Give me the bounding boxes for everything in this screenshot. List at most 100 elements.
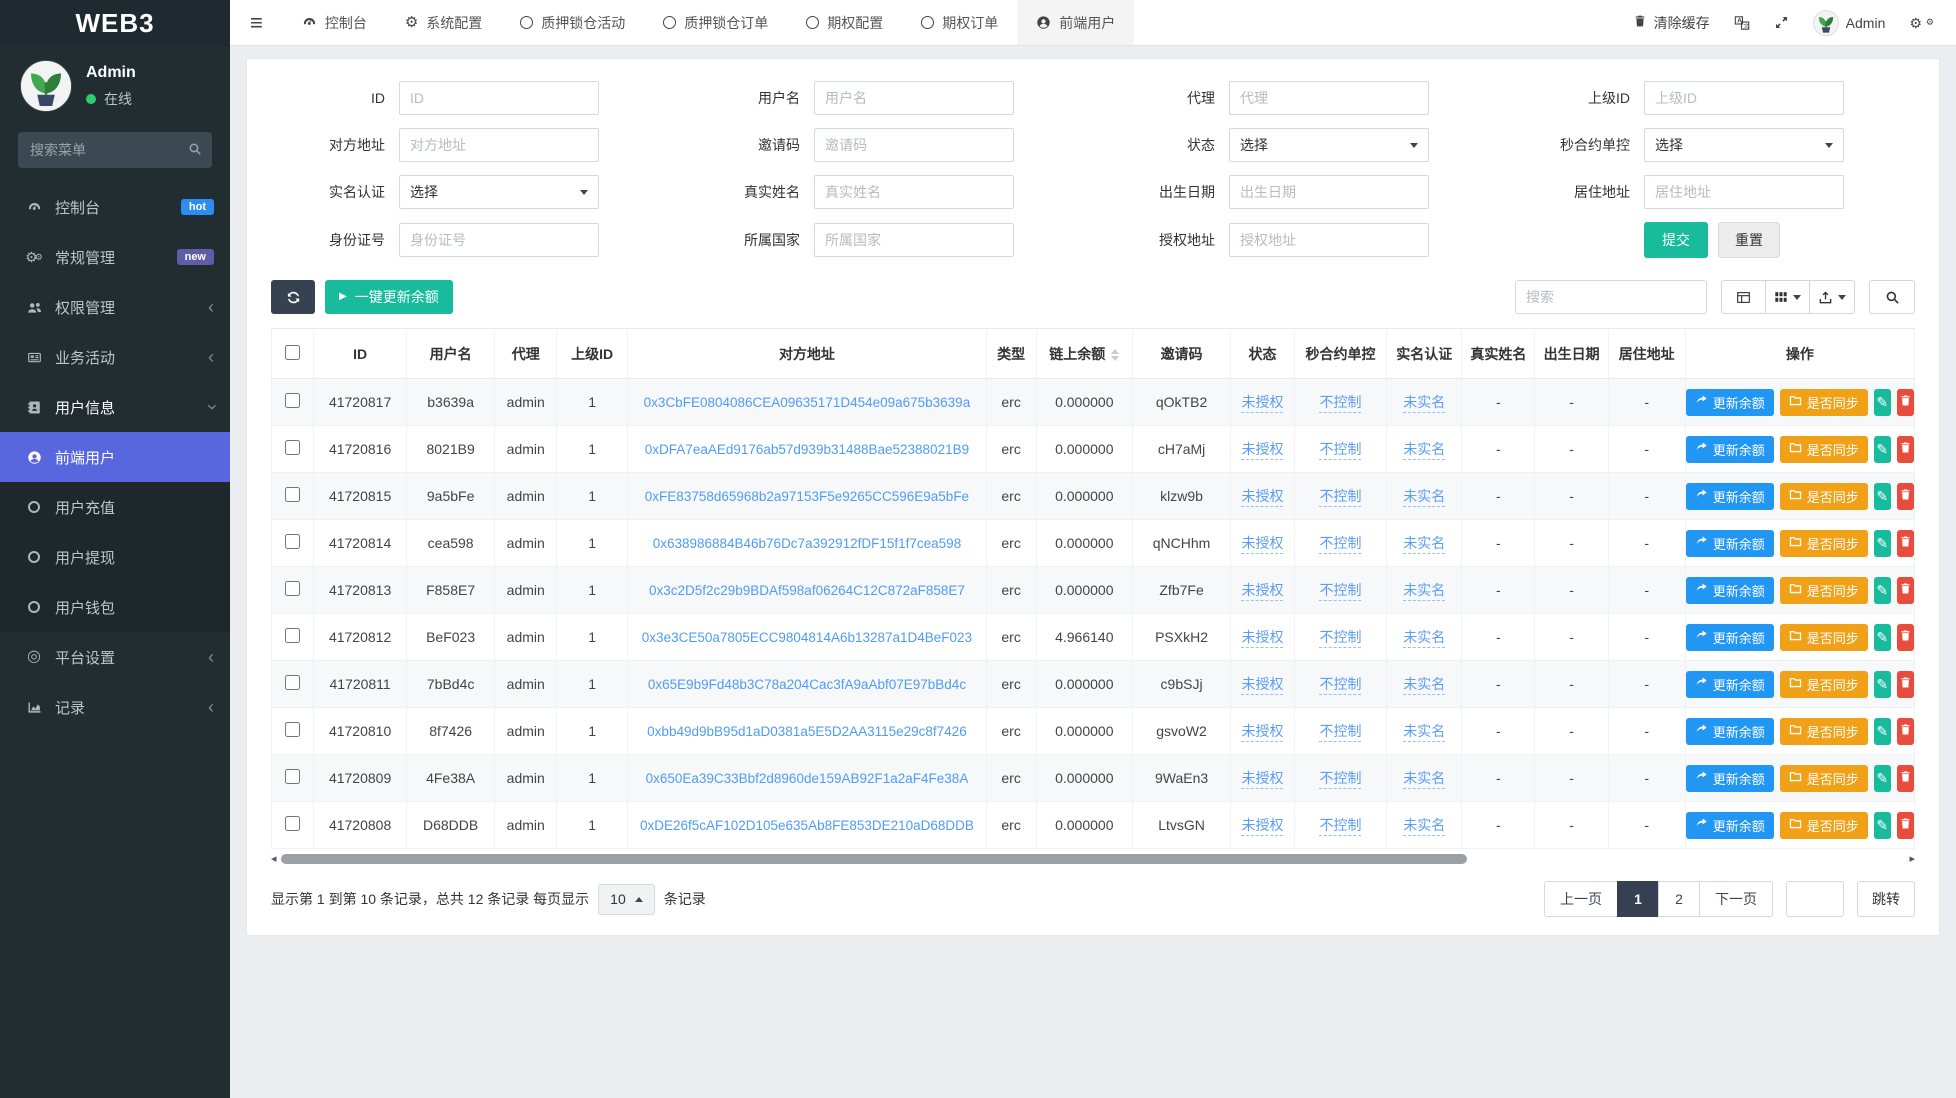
sync-button[interactable]: 是否同步 (1780, 765, 1868, 792)
agent-input[interactable] (1229, 81, 1429, 115)
delete-button[interactable] (1897, 718, 1914, 745)
edit-button[interactable]: ✎ (1874, 530, 1891, 557)
kyc-link[interactable]: 未实名 (1403, 535, 1445, 554)
address-link[interactable]: 0x638986884B46b76Dc7a392912fDF15f1f7cea5… (653, 536, 962, 551)
address-link[interactable]: 0x65E9b9Fd48b3C78a204Cac3fA9aAbf07E97bBd… (648, 677, 966, 692)
control-link[interactable]: 不控制 (1319, 676, 1361, 695)
sync-button[interactable]: 是否同步 (1780, 436, 1868, 463)
kyc-link[interactable]: 未实名 (1403, 770, 1445, 789)
parent-id-input[interactable] (1644, 81, 1844, 115)
sync-button[interactable]: 是否同步 (1780, 389, 1868, 416)
update-all-balances-button[interactable]: ▶ 一键更新余额 (325, 280, 453, 314)
reset-button[interactable]: 重置 (1718, 222, 1780, 258)
tab-options-orders[interactable]: 期权订单 (902, 0, 1017, 45)
update-balance-button[interactable]: 更新余额 (1686, 812, 1774, 839)
address-link[interactable]: 0x650Ea39C33Bbf2d8960de159AB92F1a2aF4Fe3… (646, 771, 969, 786)
update-balance-button[interactable]: 更新余额 (1686, 765, 1774, 792)
edit-button[interactable]: ✎ (1874, 812, 1891, 839)
kyc-link[interactable]: 未实名 (1403, 441, 1445, 460)
row-checkbox[interactable] (285, 675, 300, 690)
update-balance-button[interactable]: 更新余额 (1686, 718, 1774, 745)
sync-button[interactable]: 是否同步 (1780, 530, 1868, 557)
edit-button[interactable]: ✎ (1874, 765, 1891, 792)
export-button[interactable] (1809, 280, 1855, 314)
control-link[interactable]: 不控制 (1319, 488, 1361, 507)
status-link[interactable]: 未授权 (1241, 394, 1283, 413)
row-checkbox[interactable] (285, 581, 300, 596)
address-link[interactable]: 0x3e3CE50a7805ECC9804814A6b13287a1D4BeF0… (642, 630, 972, 645)
sort-icon[interactable] (1111, 349, 1119, 361)
sidebar-item-platform-settings[interactable]: ◎平台设置‹ (0, 632, 230, 682)
avatar[interactable] (20, 60, 72, 112)
kyc-link[interactable]: 未实名 (1403, 582, 1445, 601)
id-number-input[interactable] (399, 223, 599, 257)
edit-button[interactable]: ✎ (1874, 624, 1891, 651)
update-balance-button[interactable]: 更新余额 (1686, 671, 1774, 698)
hamburger-icon[interactable]: ≡ (230, 10, 283, 36)
edit-button[interactable]: ✎ (1874, 436, 1891, 463)
scrollbar-thumb[interactable] (281, 854, 1467, 864)
update-balance-button[interactable]: 更新余额 (1686, 436, 1774, 463)
status-link[interactable]: 未授权 (1241, 488, 1283, 507)
country-input[interactable] (814, 223, 1014, 257)
scroll-left-icon[interactable]: ◂ (271, 854, 277, 865)
sidebar-item-dashboard[interactable]: 控制台hot (0, 182, 230, 232)
residence-input[interactable] (1644, 175, 1844, 209)
sidebar-item-general-manage[interactable]: ⚙⚙常规管理new (0, 232, 230, 282)
control-link[interactable]: 不控制 (1319, 441, 1361, 460)
control-link[interactable]: 不控制 (1319, 535, 1361, 554)
user-menu[interactable]: Admin (1813, 10, 1886, 36)
kyc-link[interactable]: 未实名 (1403, 723, 1445, 742)
delete-button[interactable] (1897, 624, 1914, 651)
real-name-input[interactable] (814, 175, 1014, 209)
jump-page-input[interactable] (1786, 881, 1844, 917)
status-link[interactable]: 未授权 (1241, 817, 1283, 836)
fullscreen-icon[interactable] (1774, 15, 1789, 30)
row-checkbox[interactable] (285, 769, 300, 784)
control-link[interactable]: 不控制 (1319, 770, 1361, 789)
edit-button[interactable]: ✎ (1874, 718, 1891, 745)
control-link[interactable]: 不控制 (1319, 394, 1361, 413)
status-link[interactable]: 未授权 (1241, 770, 1283, 789)
kyc-select[interactable]: 选择 (399, 175, 599, 209)
settings-cogs-icon[interactable]: ⚙⚙ (1909, 16, 1934, 30)
tab-dashboard[interactable]: 控制台 (283, 0, 386, 45)
sync-button[interactable]: 是否同步 (1780, 483, 1868, 510)
jump-button[interactable]: 跳转 (1857, 881, 1915, 917)
status-select[interactable]: 选择 (1229, 128, 1429, 162)
edit-button[interactable]: ✎ (1874, 671, 1891, 698)
row-checkbox[interactable] (285, 534, 300, 549)
sidebar-item-business-activity[interactable]: 业务活动‹ (0, 332, 230, 382)
edit-button[interactable]: ✎ (1874, 389, 1891, 416)
address-link[interactable]: 0x3CbFE0804086CEA09635171D454e09a675b363… (644, 395, 971, 410)
row-checkbox[interactable] (285, 722, 300, 737)
page-size-select[interactable]: 10 (598, 884, 655, 915)
tab-options-config[interactable]: 期权配置 (787, 0, 902, 45)
control-link[interactable]: 不控制 (1319, 629, 1361, 648)
delete-button[interactable] (1897, 530, 1914, 557)
address-link[interactable]: 0xDE26f5cAF102D105e635Ab8FE853DE210aD68D… (640, 818, 974, 833)
status-link[interactable]: 未授权 (1241, 582, 1283, 601)
id-input[interactable] (399, 81, 599, 115)
kyc-link[interactable]: 未实名 (1403, 394, 1445, 413)
delete-button[interactable] (1897, 389, 1914, 416)
status-link[interactable]: 未授权 (1241, 441, 1283, 460)
tab-frontend-users[interactable]: 前端用户 (1017, 0, 1134, 45)
row-checkbox[interactable] (285, 393, 300, 408)
delete-button[interactable] (1897, 671, 1914, 698)
tab-stake-activity[interactable]: 质押锁仓活动 (501, 0, 644, 45)
row-checkbox[interactable] (285, 816, 300, 831)
invite-code-input[interactable] (814, 128, 1014, 162)
page-button-2[interactable]: 2 (1658, 881, 1700, 917)
control-link[interactable]: 不控制 (1319, 723, 1361, 742)
page-button-1[interactable]: 1 (1617, 881, 1659, 917)
status-link[interactable]: 未授权 (1241, 535, 1283, 554)
control-link[interactable]: 不控制 (1319, 817, 1361, 836)
address-link[interactable]: 0xDFA7eaAEd9176ab57d939b31488Bae52388021… (645, 442, 969, 457)
table-search-input[interactable] (1515, 280, 1707, 314)
columns-button[interactable] (1765, 280, 1810, 314)
update-balance-button[interactable]: 更新余额 (1686, 624, 1774, 651)
control-link[interactable]: 不控制 (1319, 582, 1361, 601)
row-checkbox[interactable] (285, 440, 300, 455)
edit-button[interactable]: ✎ (1874, 577, 1891, 604)
